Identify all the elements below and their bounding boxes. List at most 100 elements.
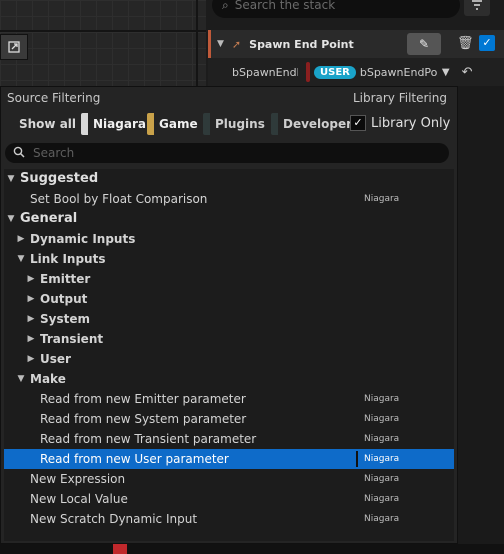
library-only-toggle[interactable]: ✓ Library Only <box>350 115 450 131</box>
expand-arrow-icon[interactable]: ▶ <box>26 269 36 289</box>
developer-chip-label: Developer <box>283 117 353 131</box>
category-suggested[interactable]: ▼ Suggested <box>4 169 454 189</box>
expand-arrow-icon[interactable]: ▶ <box>26 289 36 309</box>
developer-chip[interactable]: Developer <box>271 113 358 135</box>
category-system[interactable]: ▶ System <box>4 309 454 329</box>
item-source: Niagara <box>364 454 400 464</box>
category-label: System <box>40 312 90 326</box>
category-label: Make <box>30 372 66 386</box>
expand-arrow-icon[interactable]: ▼ <box>6 209 16 229</box>
category-general[interactable]: ▼ General <box>4 209 454 229</box>
item-label: New Scratch Dynamic Input <box>30 512 198 526</box>
module-icon: ➚ <box>231 37 242 51</box>
parameter-type-indicator <box>306 62 310 82</box>
stack-search-input[interactable]: ⌕ Search the stack <box>212 0 460 18</box>
niagara-chip[interactable]: Niagara <box>81 113 152 135</box>
edit-module-button[interactable]: ✎ <box>407 33 441 55</box>
reset-icon[interactable]: ↶ <box>462 65 473 80</box>
category-user[interactable]: ▶ User <box>4 349 454 369</box>
action-search-input[interactable]: Search <box>5 143 449 163</box>
parameter-value[interactable]: bSpawnEndPoi <box>360 66 438 79</box>
graph-divider <box>0 30 210 32</box>
selection-marker <box>356 451 358 467</box>
filter-icon[interactable] <box>464 0 490 16</box>
category-label: Transient <box>40 332 104 346</box>
playhead-marker[interactable] <box>113 544 127 554</box>
item-label: Read from new System parameter <box>40 412 247 426</box>
category-label: Dynamic Inputs <box>30 232 136 246</box>
developer-chip-swatch <box>271 113 278 135</box>
module-enabled-checkbox[interactable]: ✓ <box>479 35 495 51</box>
parameter-name: bSpawnEndI <box>232 65 298 79</box>
show-all-button[interactable]: Show all <box>19 117 76 131</box>
category-label: Emitter <box>40 272 91 286</box>
category-link-inputs[interactable]: ▼ Link Inputs <box>4 249 454 269</box>
category-label: General <box>20 211 78 226</box>
source-filtering-label: Source Filtering <box>7 91 101 105</box>
niagara-chip-label: Niagara <box>93 117 146 131</box>
list-item[interactable]: Read from new Emitter parameter Niagara <box>4 389 454 409</box>
list-item[interactable]: Read from new System parameter Niagara <box>4 409 454 429</box>
action-menu-popup: Source Filtering Library Filtering Show … <box>0 86 458 544</box>
item-source: Niagara <box>364 514 400 524</box>
category-make[interactable]: ▼ Make <box>4 369 454 389</box>
expand-arrow-icon[interactable]: ▼ <box>16 369 26 389</box>
item-source: Niagara <box>364 434 400 444</box>
filter-headers: Source Filtering Library Filtering <box>7 91 453 107</box>
user-badge: USER <box>314 65 356 79</box>
list-item[interactable]: New Expression Niagara <box>4 469 454 489</box>
stack-search-placeholder: Search the stack <box>234 0 336 12</box>
expand-arrow-icon[interactable]: ▶ <box>16 229 26 249</box>
plugins-chip-swatch <box>203 113 210 135</box>
category-label: Suggested <box>20 171 99 186</box>
item-label: Read from new User parameter <box>40 452 229 466</box>
item-label: New Local Value <box>30 492 128 506</box>
item-source: Niagara <box>364 394 400 404</box>
category-transient[interactable]: ▶ Transient <box>4 329 454 349</box>
list-item-selected[interactable]: Read from new User parameter Niagara <box>4 449 454 469</box>
search-placeholder: Search <box>33 146 75 160</box>
item-source: Niagara <box>364 494 400 504</box>
pencil-icon: ✎ <box>418 37 430 51</box>
filter-row: Show all Niagara Game Plugins Developer … <box>1 113 459 137</box>
category-emitter[interactable]: ▶ Emitter <box>4 269 454 289</box>
category-output[interactable]: ▶ Output <box>4 289 454 309</box>
library-only-label: Library Only <box>371 115 451 131</box>
list-item[interactable]: Read from new Transient parameter Niagar… <box>4 429 454 449</box>
game-chip[interactable]: Game <box>147 113 204 135</box>
search-icon: ⌕ <box>222 0 229 12</box>
parameter-row: bSpawnEndI USER bSpawnEndPoi ▼ ↶ <box>208 58 504 86</box>
category-dynamic-inputs[interactable]: ▶ Dynamic Inputs <box>4 229 454 249</box>
item-source: Niagara <box>364 194 400 204</box>
item-source: Niagara <box>364 414 400 424</box>
list-item[interactable]: Set Bool by Float Comparison Niagara <box>4 189 454 209</box>
action-tree: ▼ Suggested Set Bool by Float Comparison… <box>4 169 454 541</box>
game-chip-label: Game <box>159 117 198 131</box>
trash-icon[interactable]: 🗑 <box>457 36 474 51</box>
module-header[interactable]: ▼ ➚ Spawn End Point ✎ 🗑 ✓ <box>208 30 504 58</box>
item-label: Set Bool by Float Comparison <box>30 192 208 206</box>
search-icon <box>13 146 25 161</box>
collapse-arrow-icon[interactable]: ▼ <box>217 39 224 49</box>
expand-arrow-icon[interactable]: ▼ <box>6 169 16 189</box>
expand-arrow-icon[interactable]: ▶ <box>26 349 36 369</box>
expand-arrow-icon[interactable]: ▼ <box>16 249 26 269</box>
list-item[interactable]: New Scratch Dynamic Input Niagara <box>4 509 454 529</box>
category-label: User <box>40 352 71 366</box>
expand-arrow-icon[interactable]: ▶ <box>26 329 36 349</box>
expand-icon[interactable] <box>0 34 28 60</box>
expand-arrow-icon[interactable]: ▶ <box>26 309 36 329</box>
item-source: Niagara <box>364 474 400 484</box>
list-item[interactable]: New Local Value Niagara <box>4 489 454 509</box>
item-label: Read from new Transient parameter <box>40 432 257 446</box>
game-chip-swatch <box>147 113 154 135</box>
plugins-chip-label: Plugins <box>215 117 265 131</box>
item-label: New Expression <box>30 472 126 486</box>
chevron-down-icon[interactable]: ▼ <box>442 67 450 78</box>
timeline-strip <box>0 544 504 554</box>
module-title: Spawn End Point <box>249 37 354 51</box>
library-filtering-label: Library Filtering <box>352 91 447 105</box>
category-label: Output <box>40 292 88 306</box>
plugins-chip[interactable]: Plugins <box>203 113 271 135</box>
library-only-checkbox[interactable]: ✓ <box>350 115 366 131</box>
